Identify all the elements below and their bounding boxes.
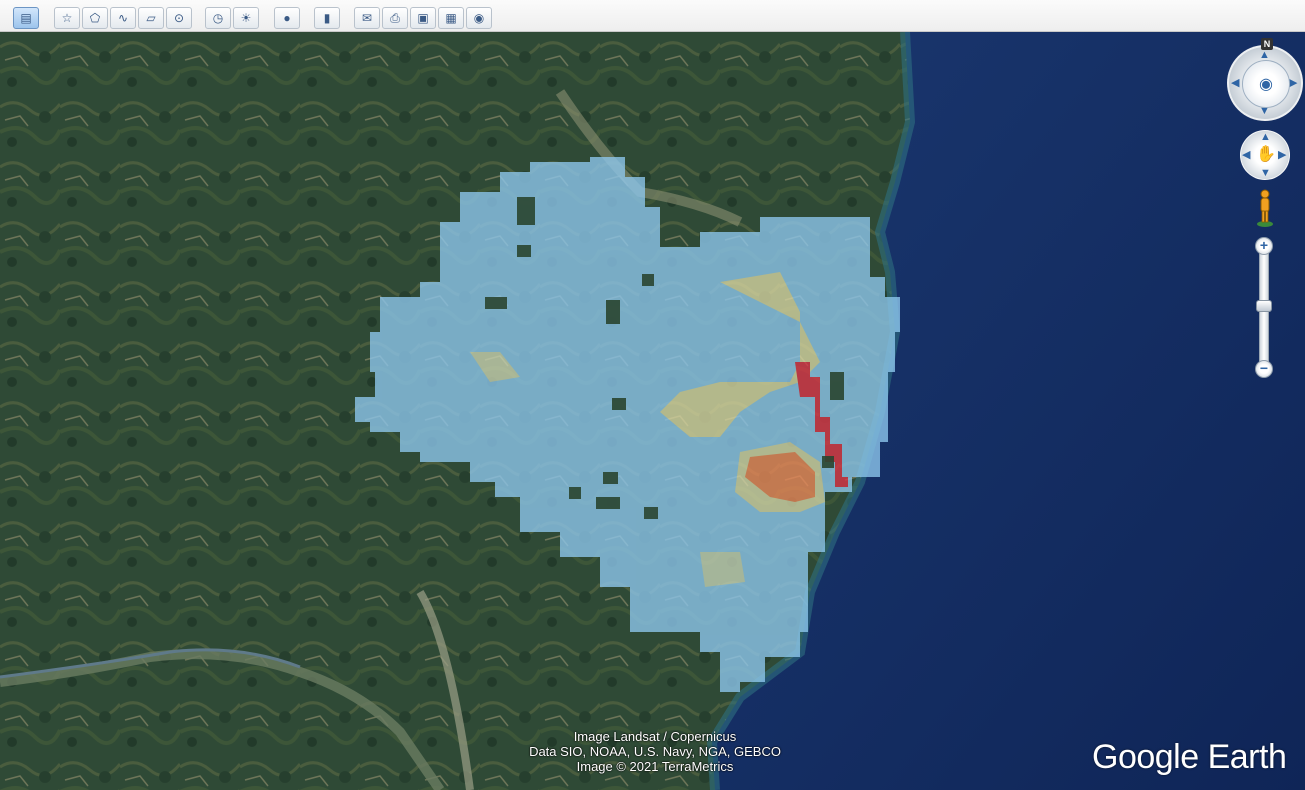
attribution-line: Image Landsat / Copernicus <box>573 729 737 744</box>
ruler-icon: ▮ <box>323 11 331 25</box>
google-earth-logo: Google Earth <box>1092 738 1287 776</box>
look-control[interactable]: N ▲ ▼ ◀ ▶ ◉ <box>1227 38 1303 121</box>
print-icon: ⎙ <box>390 10 400 25</box>
record-tour-icon: ⊙ <box>173 11 185 25</box>
save-image-button[interactable]: ▣ <box>410 7 436 29</box>
record-tour-button[interactable]: ⊙ <box>166 7 192 29</box>
look-left-arrow-icon[interactable]: ◀ <box>1231 78 1239 89</box>
map-viewport[interactable]: Image Landsat / Copernicus Data SIO, NOA… <box>0 32 1305 790</box>
pegman-icon[interactable] <box>1255 188 1275 228</box>
move-left-arrow-icon[interactable]: ◀ <box>1242 150 1250 161</box>
ruler-button[interactable]: ▮ <box>314 7 340 29</box>
planets-icon: ● <box>283 11 291 25</box>
view-in-maps-icon: ▦ <box>445 11 457 25</box>
view-in-maps-button[interactable]: ▦ <box>438 7 464 29</box>
earth-icon: ◉ <box>473 11 485 25</box>
eye-icon[interactable]: ◉ <box>1242 60 1290 108</box>
add-placemark-icon: ☆ <box>61 11 73 25</box>
move-right-arrow-icon[interactable]: ▶ <box>1278 150 1286 161</box>
move-up-arrow-icon[interactable]: ▲ <box>1260 132 1271 143</box>
historical-imagery-button[interactable]: ◷ <box>205 7 231 29</box>
email-button[interactable]: ✉ <box>354 7 380 29</box>
add-placemark-button[interactable]: ☆ <box>54 7 80 29</box>
add-polygon-button[interactable]: ⬠ <box>82 7 108 29</box>
hand-icon: ✋ <box>1256 146 1276 163</box>
save-image-icon: ▣ <box>417 11 429 25</box>
imagery-attribution: Image Landsat / Copernicus Data SIO, NOA… <box>470 729 840 774</box>
sidebar-toggle-icon: ▤ <box>20 11 32 25</box>
historical-imagery-icon: ◷ <box>212 11 224 25</box>
planets-button[interactable]: ● <box>274 7 300 29</box>
earth-button[interactable]: ◉ <box>466 7 492 29</box>
add-image-overlay-button[interactable]: ▱ <box>138 7 164 29</box>
toolbar: ▤ ☆ ⬠ ∿ ▱ ⊙ ◷ ☀ ● ▮ ✉ ⎙ ▣ ▦ ◉ <box>0 0 1305 32</box>
email-icon: ✉ <box>361 11 373 25</box>
zoom-out-button[interactable]: − <box>1255 360 1273 378</box>
attribution-line: Data SIO, NOAA, U.S. Navy, NGA, GEBCO <box>529 744 781 759</box>
add-polygon-icon: ⬠ <box>89 11 101 25</box>
add-image-overlay-icon: ▱ <box>146 11 156 25</box>
sidebar-toggle-button[interactable]: ▤ <box>13 7 39 29</box>
look-right-arrow-icon[interactable]: ▶ <box>1289 78 1297 89</box>
add-path-button[interactable]: ∿ <box>110 7 136 29</box>
add-path-icon: ∿ <box>117 11 129 25</box>
zoom-slider-thumb[interactable] <box>1256 300 1272 312</box>
satellite-map <box>0 32 1305 790</box>
move-down-arrow-icon[interactable]: ▼ <box>1260 168 1271 179</box>
sunlight-icon: ☀ <box>240 11 252 25</box>
zoom-in-button[interactable]: + <box>1255 237 1273 255</box>
attribution-line: Image © 2021 TerraMetrics <box>576 759 734 774</box>
move-control[interactable]: ▲ ▼ ◀ ▶ ✋ <box>1240 130 1290 180</box>
print-button[interactable]: ⎙ <box>382 7 408 29</box>
sunlight-button[interactable]: ☀ <box>233 7 259 29</box>
